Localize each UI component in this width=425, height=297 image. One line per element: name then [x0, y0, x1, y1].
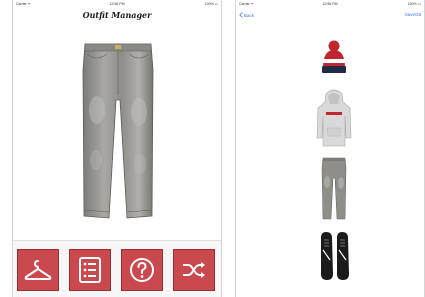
list-icon	[79, 257, 101, 283]
status-bar: Carrier ᯤ 12:56 PM 100% ▭	[13, 0, 221, 9]
beanie-icon[interactable]	[320, 40, 348, 76]
help-button[interactable]	[121, 249, 163, 291]
back-button[interactable]: Back	[239, 12, 254, 18]
save-outfit-button[interactable]: SaveOtt	[405, 12, 421, 17]
jeans-icon[interactable]	[79, 40, 157, 220]
help-icon	[130, 258, 154, 282]
battery-label: 100% ▭	[204, 2, 218, 6]
page-title: Outfit Manager	[82, 10, 152, 20]
status-bar: Carrier ᯤ 12:56 PM 100% ▭	[236, 0, 424, 9]
shuffle-icon	[183, 262, 205, 278]
chevron-left-icon	[239, 12, 243, 18]
outfit-manager-screen: Carrier ᯤ 12:56 PM 100% ▭ Outfit Manager	[12, 0, 222, 297]
hoodie-icon[interactable]	[316, 86, 352, 148]
clock-label: 12:56 PM	[322, 2, 338, 6]
list-button[interactable]	[69, 249, 111, 291]
back-label: Back	[244, 12, 255, 18]
clock-label: 12:56 PM	[109, 2, 125, 6]
navigation-bar: Back SaveOtt	[236, 10, 424, 20]
hanger-button[interactable]	[17, 249, 59, 291]
bottom-toolbar	[13, 240, 221, 297]
sneakers-icon[interactable]	[318, 230, 352, 282]
shuffle-button[interactable]	[173, 249, 215, 291]
outfit-detail-screen: Carrier ᯤ 12:56 PM 100% ▭ Back SaveOtt	[235, 0, 425, 297]
app-screenshots: Carrier ᯤ 12:56 PM 100% ▭ Outfit Manager	[0, 0, 425, 297]
jeans-icon[interactable]	[321, 156, 347, 220]
hanger-icon	[24, 260, 52, 280]
battery-label: 100% ▭	[407, 2, 421, 6]
